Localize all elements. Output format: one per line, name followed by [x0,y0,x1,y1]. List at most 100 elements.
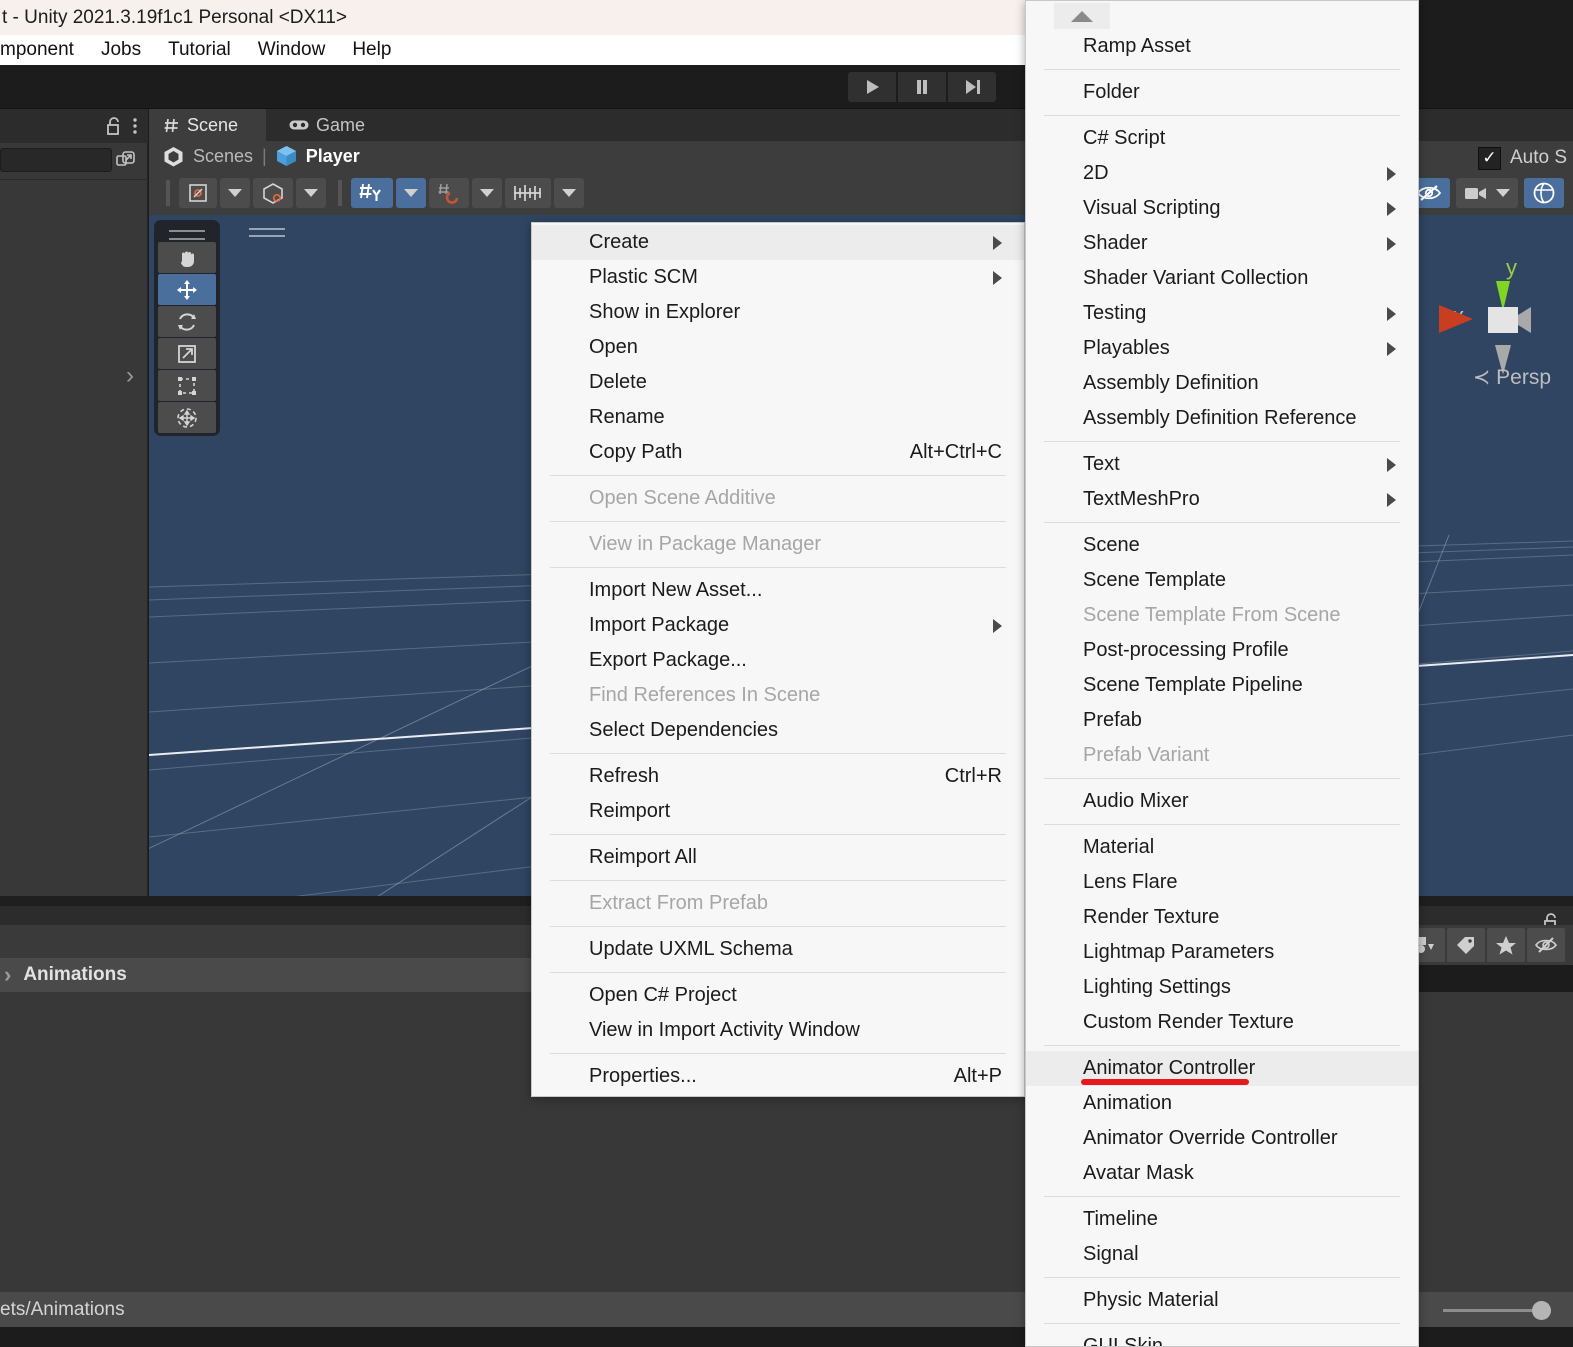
create-submenu-item-audio-mixer[interactable]: Audio Mixer [1026,784,1418,819]
grid-snapping-button[interactable] [505,178,551,208]
hierarchy-menu-icon[interactable] [132,116,138,136]
lock-open-icon[interactable] [106,116,124,136]
breadcrumb-player-label[interactable]: Player [306,146,360,167]
project-zoom-slider[interactable] [1443,1300,1563,1320]
hand-tool-button[interactable] [158,242,216,273]
zoom-knob[interactable] [1532,1300,1551,1320]
context-menu-item-show-in-explorer[interactable]: Show in Explorer [532,295,1024,330]
create-submenu-item-physic-material[interactable]: Physic Material [1026,1283,1418,1318]
create-submenu-item-ramp-asset[interactable]: Ramp Asset [1026,29,1418,64]
create-submenu-item-assembly-definition[interactable]: Assembly Definition [1026,366,1418,401]
context-menu-item-select-dependencies[interactable]: Select Dependencies [532,713,1024,748]
create-submenu-item-scene-template-pipeline[interactable]: Scene Template Pipeline [1026,668,1418,703]
transform-tool-button[interactable] [158,402,216,433]
context-menu-item-reimport[interactable]: Reimport [532,794,1024,829]
context-menu-item-plastic-scm[interactable]: Plastic SCM [532,260,1024,295]
global-local-dropdown[interactable] [296,178,326,208]
create-submenu-item-animator-override-controller[interactable]: Animator Override Controller [1026,1121,1418,1156]
play-button[interactable] [848,72,896,102]
context-menu-item-view-in-import-activity-window[interactable]: View in Import Activity Window [532,1013,1024,1048]
context-menu-item-open-c-project[interactable]: Open C# Project [532,978,1024,1013]
create-submenu-item-playables[interactable]: Playables [1026,331,1418,366]
create-submenu-item-gui-skin[interactable]: GUI Skin [1026,1329,1418,1346]
create-submenu[interactable]: Ramp Asset Folder C# Script 2D Visual Script… [1025,0,1419,1347]
create-submenu-item-testing[interactable]: Testing [1026,296,1418,331]
context-menu-item-properties[interactable]: Properties... Alt+P [532,1059,1024,1094]
context-menu-item-delete[interactable]: Delete [532,365,1024,400]
create-submenu-item-lens-flare[interactable]: Lens Flare [1026,865,1418,900]
global-local-toggle-button[interactable] [253,178,293,208]
context-menu-item-rename[interactable]: Rename [532,400,1024,435]
pause-button[interactable] [898,72,946,102]
tab-game[interactable]: Game [275,109,380,141]
context-menu-item-copy-path[interactable]: Copy Path Alt+Ctrl+C [532,435,1024,470]
create-submenu-item-render-texture[interactable]: Render Texture [1026,900,1418,935]
create-submenu-item-c-script[interactable]: C# Script [1026,121,1418,156]
context-menu-item-reimport-all[interactable]: Reimport All [532,840,1024,875]
grid-snapping-dropdown[interactable] [554,178,584,208]
create-submenu-item-animation[interactable]: Animation [1026,1086,1418,1121]
context-menu-item-import-package[interactable]: Import Package [532,608,1024,643]
context-menu-item-update-uxml-schema[interactable]: Update UXML Schema [532,932,1024,967]
label-filter-icon[interactable] [1447,928,1485,962]
create-submenu-item-post-processing-profile[interactable]: Post-processing Profile [1026,633,1418,668]
create-submenu-item-scene-template[interactable]: Scene Template [1026,563,1418,598]
camera-settings-button[interactable] [1456,178,1518,208]
context-menu-item-create[interactable]: Create [532,225,1024,260]
context-menu-item-refresh[interactable]: Refresh Ctrl+R [532,759,1024,794]
asset-context-menu[interactable]: Create Plastic SCM Show in Explorer Open Del… [531,222,1025,1097]
create-submenu-item-lighting-settings[interactable]: Lighting Settings [1026,970,1418,1005]
favorite-star-icon[interactable] [1487,928,1525,962]
create-submenu-item-visual-scripting[interactable]: Visual Scripting [1026,191,1418,226]
create-submenu-item-lightmap-parameters[interactable]: Lightmap Parameters [1026,935,1418,970]
create-submenu-item-timeline[interactable]: Timeline [1026,1202,1418,1237]
create-submenu-item-prefab[interactable]: Prefab [1026,703,1418,738]
autosave-row[interactable]: ✓ Auto S [1477,141,1573,175]
tab-scene[interactable]: Scene [149,109,266,141]
create-submenu-item-animator-controller[interactable]: Animator Controller [1026,1051,1418,1086]
menubar-item-window[interactable]: Window [258,39,326,61]
grid-axis-y-button[interactable] [351,178,393,208]
hierarchy-expand-chevron-icon[interactable]: › [126,362,134,390]
chevron-right-icon[interactable]: › [4,962,11,988]
palette-grip[interactable] [169,230,205,232]
create-submenu-item-text[interactable]: Text [1026,447,1418,482]
create-submenu-item-shader[interactable]: Shader [1026,226,1418,261]
create-submenu-item-avatar-mask[interactable]: Avatar Mask [1026,1156,1418,1191]
context-menu-item-import-new-asset[interactable]: Import New Asset... [532,573,1024,608]
menu-item-label: Import Package [589,614,730,636]
menubar-item-help[interactable]: Help [352,39,391,61]
snap-magnet-dropdown[interactable] [472,178,502,208]
rect-tool-button[interactable] [158,370,216,401]
snap-magnet-button[interactable] [429,178,469,208]
create-submenu-item-shader-variant-collection[interactable]: Shader Variant Collection [1026,261,1418,296]
create-submenu-item-scene[interactable]: Scene [1026,528,1418,563]
gizmos-toggle-button[interactable] [1524,178,1564,208]
visibility-icon[interactable] [1527,928,1565,962]
step-button[interactable] [948,72,996,102]
create-submenu-item-textmeshpro[interactable]: TextMeshPro [1026,482,1418,517]
menubar-item-tutorial[interactable]: Tutorial [168,39,231,61]
scale-tool-button[interactable] [158,338,216,369]
create-submenu-item-assembly-definition-reference[interactable]: Assembly Definition Reference [1026,401,1418,436]
open-in-new-window-icon[interactable] [112,147,140,173]
create-submenu-item-folder[interactable]: Folder [1026,75,1418,110]
create-submenu-item-custom-render-texture[interactable]: Custom Render Texture [1026,1005,1418,1040]
scroll-up-arrow-icon[interactable] [1054,3,1110,29]
create-submenu-item-material[interactable]: Material [1026,830,1418,865]
breadcrumb-scenes-label[interactable]: Scenes [193,146,253,167]
menubar-item-jobs[interactable]: Jobs [101,39,141,61]
autosave-checkbox[interactable]: ✓ [1477,146,1501,170]
rotate-tool-button[interactable] [158,306,216,337]
move-tool-button[interactable] [158,274,216,305]
perspective-label[interactable]: ≺ Persp [1473,365,1551,390]
context-menu-item-export-package[interactable]: Export Package... [532,643,1024,678]
context-menu-item-open[interactable]: Open [532,330,1024,365]
menubar-item-mponent[interactable]: mponent [0,39,74,61]
create-submenu-item-signal[interactable]: Signal [1026,1237,1418,1272]
create-submenu-item-2d[interactable]: 2D [1026,156,1418,191]
grid-axis-dropdown[interactable] [396,178,426,208]
pivot-dropdown[interactable] [220,178,250,208]
pivot-toggle-button[interactable] [179,178,217,208]
search-input[interactable] [0,148,112,172]
